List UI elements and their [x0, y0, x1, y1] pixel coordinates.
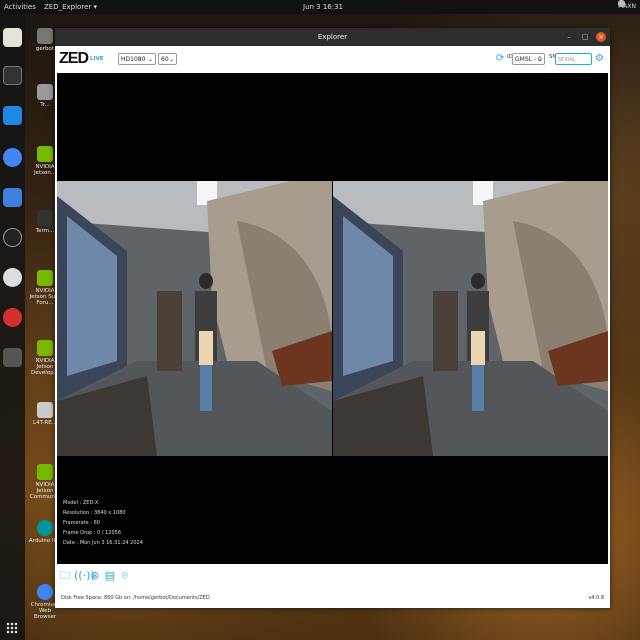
resolution-select[interactable]: HD1080 ⌄ — [118, 53, 156, 65]
right-camera-image — [333, 181, 608, 456]
arduino-icon — [37, 520, 53, 536]
window-titlebar[interactable]: Explorer – □ × — [55, 28, 610, 46]
fps-select[interactable]: 60 ⌄ — [158, 53, 177, 65]
film-icon[interactable]: ▤ — [104, 570, 116, 582]
dock — [0, 14, 25, 640]
broadcast-icon[interactable]: ((·)) — [74, 570, 95, 582]
trash-icon — [37, 84, 53, 100]
resolution-value: HD1080 — [121, 56, 146, 63]
desktop-icon-label: Term... — [35, 228, 55, 234]
explorer-window: Explorer – □ × ZED LIVE HD1080 ⌄ 60 ⌄ ⟳ ID… — [55, 28, 610, 608]
clock[interactable]: Jun 3 16:31 — [303, 0, 343, 14]
nvidia-icon — [37, 340, 53, 356]
camera-icon[interactable]: ⌾ — [119, 570, 131, 582]
framerate-info: Framerate : 60 — [63, 520, 100, 526]
show-apps-icon[interactable] — [6, 622, 18, 634]
chevron-down-icon: ⌄ — [536, 56, 542, 63]
obs-icon[interactable] — [3, 228, 22, 247]
refresh-icon[interactable]: ⟳ — [496, 54, 504, 64]
window-title: Explorer — [317, 33, 348, 41]
minimize-button[interactable]: – — [564, 32, 574, 42]
desktop-icon-label: Tr... — [40, 102, 50, 108]
resolution-info: Resolution : 3840 x 1080 — [63, 510, 126, 516]
gear-icon[interactable]: ⚙ — [595, 54, 604, 64]
home-folder-icon — [37, 28, 53, 44]
terminal-icon — [37, 210, 53, 226]
desktop-icon-label: NVIDIA Jetson... — [33, 164, 57, 176]
chevron-down-icon: ⌄ — [147, 56, 153, 63]
app-menu[interactable]: ZED_Explorer ▾ — [44, 0, 97, 14]
files-icon[interactable] — [3, 28, 22, 47]
document-icon — [37, 402, 53, 418]
maximize-button[interactable]: □ — [580, 32, 590, 42]
video-viewer[interactable]: Model : ZED-X Resolution : 3840 x 1080 F… — [57, 73, 608, 564]
chevron-down-icon: ⌄ — [168, 56, 174, 63]
version-label: v4.0.8 — [588, 595, 604, 601]
camera-info-overlay: Model : ZED-X Resolution : 3840 x 1080 F… — [63, 498, 143, 548]
serial-placeholder: SERIAL — [558, 57, 576, 63]
settings-icon[interactable]: ⊛ — [89, 570, 101, 582]
folder-icon[interactable]: 🗀 — [59, 570, 71, 582]
live-indicator: LIVE — [90, 56, 104, 62]
chromium-icon[interactable] — [3, 148, 22, 167]
toolbar: ZED LIVE HD1080 ⌄ 60 ⌄ ⟳ ID GMSL - 0 ⌄ SN S… — [55, 46, 610, 72]
zed-explorer-icon[interactable] — [3, 348, 22, 367]
nvidia-icon — [37, 464, 53, 480]
close-button[interactable]: × — [596, 32, 606, 42]
error-report-icon[interactable] — [3, 308, 22, 327]
system-top-bar: Activities ZED_Explorer ▾ Jun 3 16:31 MA… — [0, 0, 640, 14]
screenshot-icon[interactable] — [3, 188, 22, 207]
software-store-icon[interactable] — [3, 268, 22, 287]
activities-button[interactable]: Activities — [4, 0, 36, 14]
disk-status: Disk Free Space: 860 Gb on: /home/gerbot… — [61, 595, 210, 601]
camera-id-select[interactable]: GMSL - 0 ⌄ — [512, 53, 545, 65]
vscode-icon[interactable] — [3, 106, 22, 125]
terminal-icon[interactable] — [3, 66, 22, 85]
desktop-icon-label: gerbot — [35, 46, 55, 52]
nvidia-icon — [37, 146, 53, 162]
model-info: Model : ZED-X — [63, 500, 99, 506]
bottom-bar: 🗀 ((·)) ⊛ ▤ ⌾ Disk Free Space: 860 Gb on… — [55, 565, 610, 608]
serial-number-input[interactable]: SERIAL — [555, 53, 592, 65]
zed-logo: ZED — [59, 50, 89, 67]
nvidia-icon — [37, 270, 53, 286]
chromium-icon — [37, 584, 53, 600]
desktop-icon-label: L4T-RE... — [33, 420, 57, 426]
fps-value: 60 — [161, 56, 169, 63]
date-info: Date : Mon Jun 3 16:31:24 2024 — [63, 540, 143, 546]
frame-drop-info: Frame Drop : 0 / 12056 — [63, 530, 122, 536]
left-camera-image — [57, 181, 332, 456]
